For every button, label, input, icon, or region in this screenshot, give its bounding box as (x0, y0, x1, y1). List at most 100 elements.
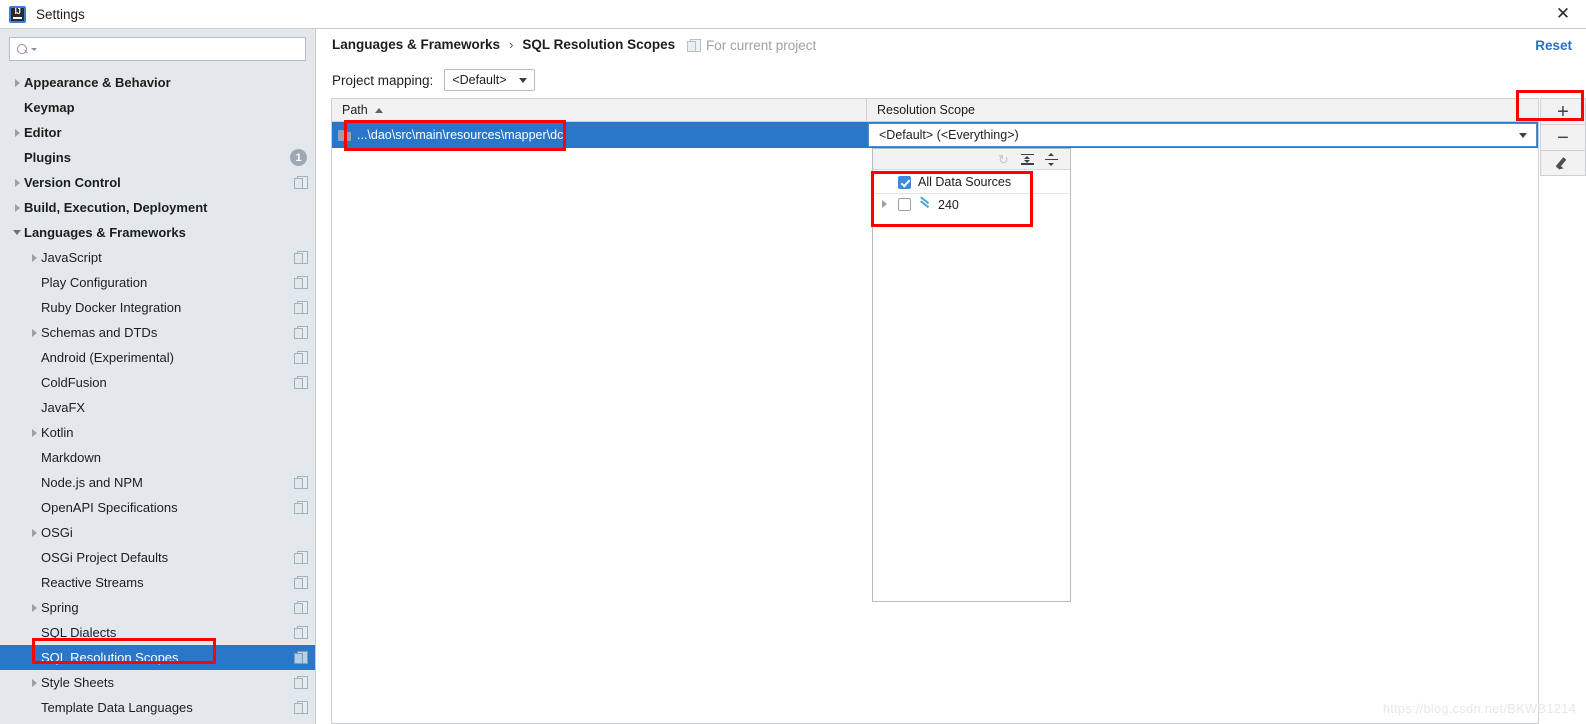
sidebar-item-label: Node.js and NPM (41, 475, 143, 490)
sidebar-item-label: Android (Experimental) (41, 350, 174, 365)
sidebar-item-languages-frameworks[interactable]: Languages & Frameworks (0, 220, 315, 245)
project-mapping-value: <Default> (452, 73, 507, 87)
checkbox[interactable] (898, 198, 911, 211)
sidebar-item-javafx[interactable]: JavaFX (0, 395, 315, 420)
sidebar-item-play-configuration[interactable]: Play Configuration (0, 270, 315, 295)
module-scope-icon (294, 676, 308, 689)
reset-link[interactable]: Reset (1535, 38, 1572, 53)
sidebar-item-label: OSGi Project Defaults (41, 550, 169, 565)
module-scope-icon (294, 351, 308, 364)
module-scope-icon (294, 701, 308, 714)
chevron-right-icon[interactable] (880, 199, 891, 210)
checkbox[interactable] (898, 175, 911, 189)
remove-mapping-button[interactable]: − (1540, 124, 1586, 150)
sidebar-item-label: Template Data Languages (41, 700, 193, 715)
module-scope-icon (294, 251, 308, 264)
title-bar: Settings ✕ (0, 0, 1586, 29)
chevron-down-icon[interactable] (1519, 132, 1527, 138)
resolution-scope-dropdown-popup: ↻ All Data Sources 240 (872, 148, 1071, 602)
settings-sidebar: Appearance & Behavior Keymap Editor Plugins… (0, 29, 316, 724)
sidebar-item-osgi-project-defaults[interactable]: OSGi Project Defaults (0, 545, 315, 570)
cell-path-text: ...\dao\src\main\resources\mapper\dc (357, 128, 564, 142)
sidebar-item-template-data-languages[interactable]: Template Data Languages (0, 695, 315, 720)
chevron-right-icon[interactable] (11, 176, 24, 189)
project-mapping-select[interactable]: <Default> (444, 69, 535, 91)
chevron-right-icon[interactable] (11, 201, 24, 214)
sidebar-item-label: Reactive Streams (41, 575, 144, 590)
chevron-right-icon[interactable] (28, 326, 41, 339)
sidebar-item-appearance-behavior[interactable]: Appearance & Behavior (0, 70, 315, 95)
sidebar-item-coldfusion[interactable]: ColdFusion (0, 370, 315, 395)
edit-mapping-button[interactable] (1540, 150, 1586, 176)
sidebar-item-reactive-streams[interactable]: Reactive Streams (0, 570, 315, 595)
chevron-right-icon[interactable] (28, 251, 41, 264)
chevron-right-icon[interactable] (28, 526, 41, 539)
sidebar-item-osgi[interactable]: OSGi (0, 520, 315, 545)
sidebar-item-build-execution-deployment[interactable]: Build, Execution, Deployment (0, 195, 315, 220)
sidebar-item-label: Appearance & Behavior (24, 75, 171, 90)
breadcrumb-separator-icon: › (509, 37, 514, 52)
sidebar-item-kotlin[interactable]: Kotlin (0, 420, 315, 445)
sidebar-item-label: Spring (41, 600, 79, 615)
search-input[interactable] (37, 41, 305, 57)
chevron-right-icon[interactable] (28, 676, 41, 689)
module-scope-icon (294, 476, 308, 489)
chevron-right-icon[interactable] (28, 601, 41, 614)
chevron-right-icon[interactable] (11, 76, 24, 89)
minus-icon: − (1557, 126, 1569, 149)
module-scope-icon (294, 626, 308, 639)
sidebar-item-ruby-docker-integration[interactable]: Ruby Docker Integration (0, 295, 315, 320)
sidebar-item-editor[interactable]: Editor (0, 120, 315, 145)
sidebar-item-plugins[interactable]: Plugins 1 (0, 145, 315, 170)
search-box[interactable] (9, 37, 306, 61)
chevron-right-icon[interactable] (28, 426, 41, 439)
sidebar-item-style-sheets[interactable]: Style Sheets (0, 670, 315, 695)
close-icon[interactable]: ✕ (1540, 0, 1586, 28)
sidebar-item-sql-dialects[interactable]: SQL Dialects (0, 620, 315, 645)
cell-path[interactable]: ...\dao\src\main\resources\mapper\dc (332, 122, 867, 148)
sidebar-item-version-control[interactable]: Version Control (0, 170, 315, 195)
list-item[interactable]: 240 (873, 193, 1070, 215)
sidebar-item-label: JavaFX (41, 400, 86, 415)
sidebar-item-markdown[interactable]: Markdown (0, 445, 315, 470)
sidebar-item-android-experimental[interactable]: Android (Experimental) (0, 345, 315, 370)
module-scope-icon (294, 376, 308, 389)
chevron-right-icon[interactable] (11, 126, 24, 139)
table-actions: + − (1540, 98, 1586, 176)
sidebar-item-label: Kotlin (41, 425, 74, 440)
refresh-icon[interactable]: ↻ (997, 153, 1010, 166)
module-scope-icon (294, 301, 308, 314)
column-header-resolution-scope[interactable]: Resolution Scope (867, 99, 1538, 121)
sidebar-item-keymap[interactable]: Keymap (0, 95, 315, 120)
sidebar-item-javascript[interactable]: JavaScript (0, 245, 315, 270)
breadcrumb-parent[interactable]: Languages & Frameworks (332, 37, 500, 52)
add-mapping-button[interactable]: + (1540, 98, 1586, 124)
column-header-path[interactable]: Path (332, 99, 867, 121)
expand-all-icon[interactable] (1021, 153, 1034, 166)
sidebar-item-label: SQL Dialects (41, 625, 117, 640)
sidebar-item-schemas-and-dtds[interactable]: Schemas and DTDs (0, 320, 315, 345)
resolution-scope-select[interactable]: <Default> (<Everything>) (868, 123, 1537, 147)
intellij-idea-icon (9, 5, 26, 23)
sidebar-item-openapi-specifications[interactable]: OpenAPI Specifications (0, 495, 315, 520)
module-scope-icon (294, 176, 308, 189)
settings-dialog: Settings ✕ Appearance & Behavior Keymap Ed… (0, 0, 1586, 724)
sidebar-item-label: Keymap (24, 100, 75, 115)
sidebar-item-sql-resolution-scopes[interactable]: SQL Resolution Scopes (0, 645, 315, 670)
list-item[interactable]: All Data Sources (873, 171, 1070, 193)
sidebar-item-node-js-and-npm[interactable]: Node.js and NPM (0, 470, 315, 495)
sidebar-item-label: Languages & Frameworks (24, 225, 186, 240)
chevron-down-icon[interactable] (11, 226, 24, 239)
sidebar-item-spring[interactable]: Spring (0, 595, 315, 620)
search-icon (17, 43, 30, 56)
collapse-all-icon[interactable] (1045, 152, 1058, 166)
table-row[interactable]: ...\dao\src\main\resources\mapper\dc <De… (332, 122, 1538, 148)
